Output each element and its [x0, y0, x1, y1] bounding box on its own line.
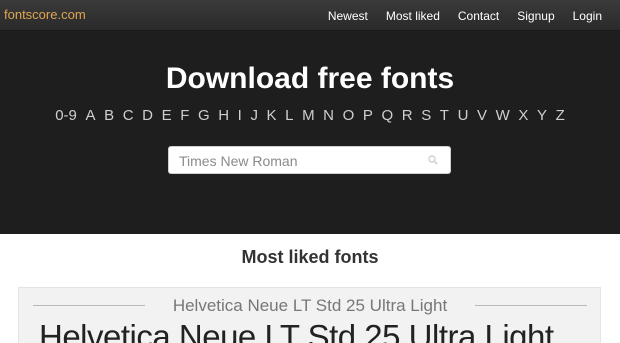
font-card[interactable]: Helvetica Neue LT Std 25 Ultra Light Hel…	[18, 287, 601, 343]
hero-title: Download free fonts	[165, 62, 455, 95]
alpha-link-v[interactable]: V	[473, 107, 492, 124]
alpha-link-0-9[interactable]: 0-9	[51, 107, 81, 124]
alpha-link-f[interactable]: F	[176, 107, 194, 124]
alpha-link-i[interactable]: I	[233, 107, 246, 124]
divider-right	[475, 305, 587, 306]
alpha-link-c[interactable]: C	[118, 107, 137, 124]
alpha-link-s[interactable]: S	[417, 107, 436, 124]
alpha-link-w[interactable]: W	[491, 107, 514, 124]
font-card-header: Helvetica Neue LT Std 25 Ultra Light	[33, 296, 587, 316]
alpha-link-n[interactable]: N	[319, 107, 338, 124]
alpha-link-o[interactable]: O	[338, 107, 358, 124]
alpha-link-j[interactable]: J	[246, 107, 262, 124]
main-nav: Newest Most liked Contact Signup Login	[328, 0, 620, 31]
nav-newest-link[interactable]: Newest	[328, 9, 368, 23]
search-icon[interactable]	[428, 155, 438, 165]
alpha-link-z[interactable]: Z	[551, 107, 569, 124]
alpha-link-p[interactable]: P	[359, 107, 378, 124]
alpha-link-a[interactable]: A	[81, 107, 100, 124]
alpha-link-e[interactable]: E	[157, 107, 176, 124]
top-navigation-bar: fontscore.com Newest Most liked Contact …	[0, 0, 620, 31]
nav-login-link[interactable]: Login	[573, 9, 602, 23]
alpha-link-u[interactable]: U	[453, 107, 472, 124]
alpha-link-k[interactable]: K	[262, 107, 281, 124]
hero-section: Download free fonts 0-9 A B C D E F G H …	[0, 31, 620, 234]
alpha-link-d[interactable]: D	[138, 107, 157, 124]
nav-most-liked-link[interactable]: Most liked	[386, 9, 440, 23]
site-logo[interactable]: fontscore.com	[4, 7, 86, 22]
alpha-link-m[interactable]: M	[298, 107, 319, 124]
font-card-name[interactable]: Helvetica Neue LT Std 25 Ultra Light	[33, 296, 587, 316]
alpha-link-h[interactable]: H	[214, 107, 233, 124]
alpha-link-l[interactable]: L	[281, 107, 298, 124]
alpha-link-x[interactable]: X	[514, 107, 533, 124]
font-card-preview[interactable]: Helvetica Neue LT Std 25 Ultra Light	[39, 318, 554, 343]
alpha-link-t[interactable]: T	[436, 107, 454, 124]
alpha-link-y[interactable]: Y	[533, 107, 552, 124]
alpha-link-g[interactable]: G	[194, 107, 214, 124]
nav-contact-link[interactable]: Contact	[458, 9, 499, 23]
font-search-input[interactable]	[179, 151, 419, 171]
alphabet-index: 0-9 A B C D E F G H I J K L M N O P Q R …	[0, 107, 620, 124]
alpha-link-r[interactable]: R	[397, 107, 416, 124]
nav-signup-link[interactable]: Signup	[517, 9, 554, 23]
alpha-link-b[interactable]: B	[100, 107, 119, 124]
section-title-most-liked: Most liked fonts	[241, 247, 379, 267]
alpha-link-q[interactable]: Q	[377, 107, 397, 124]
font-search-box	[168, 146, 451, 174]
